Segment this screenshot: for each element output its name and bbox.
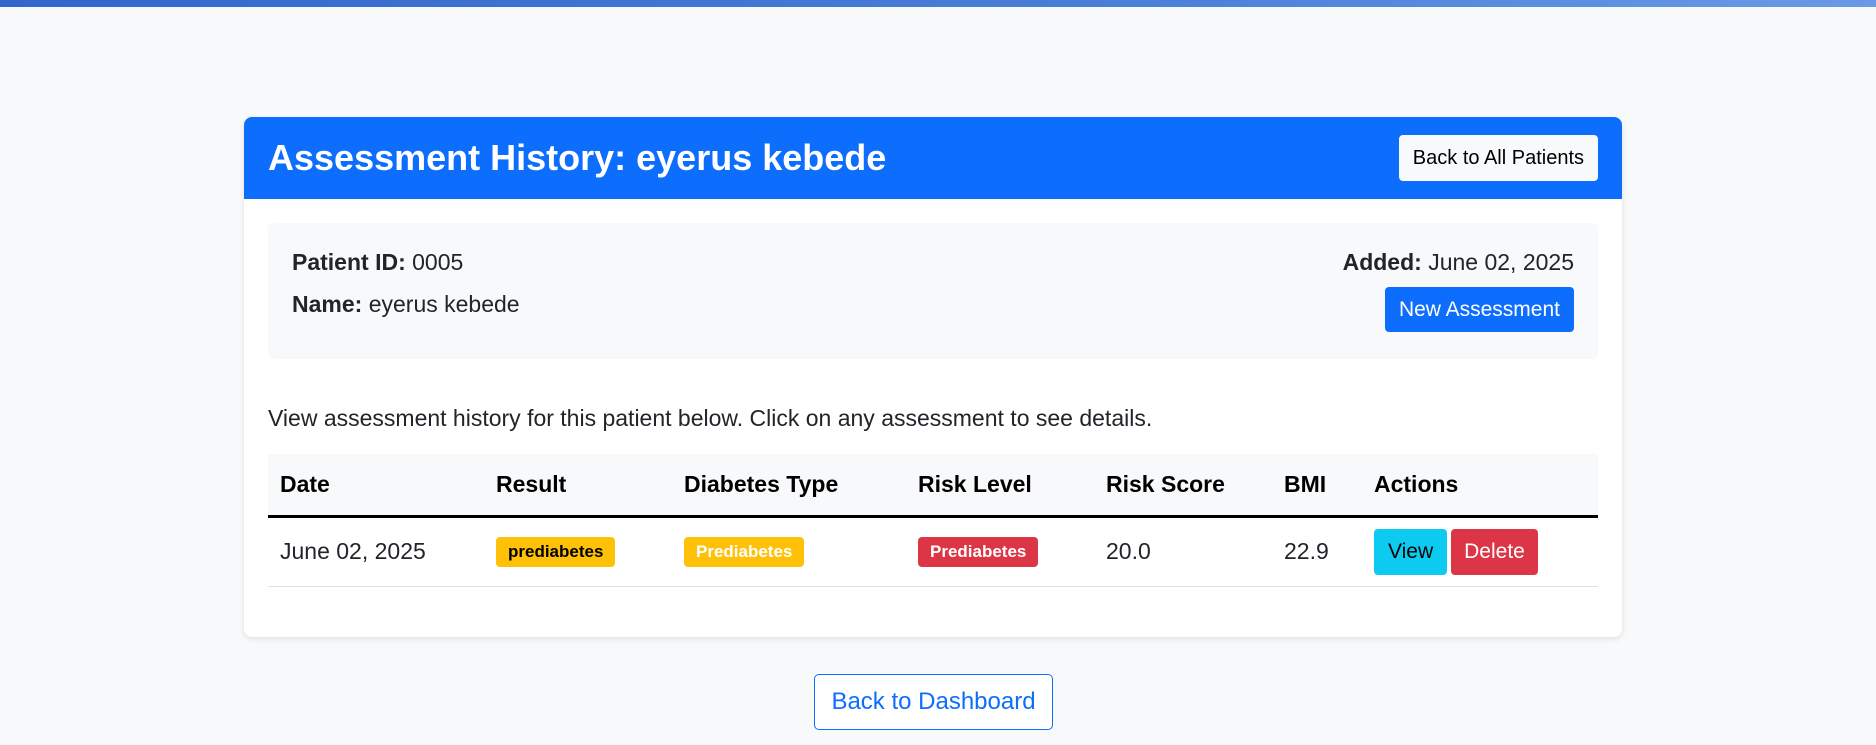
column-header-risk-score: Risk Score — [1094, 454, 1272, 518]
patient-info-right: Added: June 02, 2025 New Assessment — [1343, 251, 1574, 359]
cell-risk-score: 20.0 — [1094, 516, 1272, 587]
added-date-line: Added: June 02, 2025 — [1343, 251, 1574, 274]
patient-id-line: Patient ID: 0005 — [292, 251, 520, 274]
back-to-dashboard-button[interactable]: Back to Dashboard — [814, 674, 1053, 730]
cell-result: prediabetes — [484, 516, 672, 587]
cell-actions: View Delete — [1362, 516, 1598, 587]
column-header-diabetes-type: Diabetes Type — [672, 454, 906, 518]
column-header-bmi: BMI — [1272, 454, 1362, 518]
patient-info-box: Patient ID: 0005 Name: eyerus kebede Add… — [268, 223, 1598, 359]
added-value: June 02, 2025 — [1428, 249, 1574, 275]
new-assessment-button[interactable]: New Assessment — [1384, 287, 1574, 332]
column-header-result: Result — [484, 454, 672, 518]
cell-diabetes-type: Prediabetes — [672, 516, 906, 587]
cell-risk-level: Prediabetes — [906, 516, 1094, 587]
card-header: Assessment History: eyerus kebede Back t… — [244, 117, 1622, 199]
card-body: Patient ID: 0005 Name: eyerus kebede Add… — [244, 199, 1622, 587]
intro-text: View assessment history for this patient… — [268, 405, 1153, 431]
top-accent-bar — [0, 0, 1876, 7]
patient-name-line: Name: eyerus kebede — [292, 293, 520, 316]
assessment-history-card: Assessment History: eyerus kebede Back t… — [244, 117, 1622, 637]
column-header-actions: Actions — [1362, 454, 1598, 518]
diabetes-type-badge: Prediabetes — [684, 537, 805, 567]
assessment-table: Date Result Diabetes Type Risk Level Ris… — [268, 454, 1598, 587]
column-header-risk-level: Risk Level — [906, 454, 1094, 518]
back-to-all-patients-button[interactable]: Back to All Patients — [1398, 135, 1598, 181]
column-header-date: Date — [268, 454, 484, 518]
delete-button[interactable]: Delete — [1451, 528, 1538, 575]
patient-id-value: 0005 — [412, 249, 464, 275]
table-row[interactable]: June 02, 2025 prediabetes Prediabetes Pr… — [268, 516, 1598, 587]
patient-id-label: Patient ID: — [292, 249, 406, 275]
cell-bmi: 22.9 — [1272, 516, 1362, 587]
page-title: Assessment History: eyerus kebede — [268, 137, 887, 178]
risk-level-badge: Prediabetes — [918, 537, 1039, 567]
view-button[interactable]: View — [1374, 528, 1448, 575]
patient-name-label: Name: — [292, 291, 363, 317]
patient-info-left: Patient ID: 0005 Name: eyerus kebede — [292, 251, 520, 359]
table-header-row: Date Result Diabetes Type Risk Level Ris… — [268, 454, 1598, 518]
patient-name-value: eyerus kebede — [368, 291, 520, 317]
cell-date: June 02, 2025 — [268, 516, 484, 587]
result-badge: prediabetes — [496, 537, 616, 567]
added-label: Added: — [1342, 249, 1422, 275]
